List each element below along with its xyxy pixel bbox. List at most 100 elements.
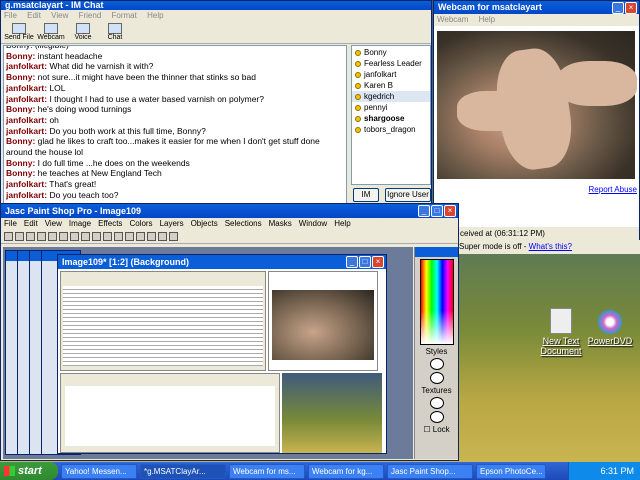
chat-message: janfolkart: What did he varnish it with?	[6, 61, 344, 72]
message-text: What did he varnish it with?	[47, 61, 154, 72]
psp-menu-view[interactable]: View	[45, 219, 62, 228]
psp-menu-effects[interactable]: Effects	[98, 219, 122, 228]
layers-icon[interactable]	[158, 232, 167, 241]
taskbar-item-yahoo-messenger[interactable]: Yahoo! Messen...	[61, 463, 137, 479]
whats-this-link[interactable]: What's this?	[529, 242, 572, 251]
psp-menu-window[interactable]: Window	[299, 219, 327, 228]
buddy-list-item[interactable]: Karen B	[352, 80, 430, 91]
help-icon[interactable]	[169, 232, 178, 241]
print-icon[interactable]	[92, 232, 101, 241]
psp-menu-layers[interactable]: Layers	[160, 219, 184, 228]
taskbar-item-chat[interactable]: *g.MSATClayAr...	[140, 463, 226, 479]
clock[interactable]: 6:31 PM	[600, 466, 634, 476]
send-file-button[interactable]: Send File	[3, 22, 35, 43]
menu-file[interactable]: File	[4, 11, 17, 20]
save-icon[interactable]	[26, 232, 35, 241]
chat-title: g.msatclayart - IM Chat	[1, 1, 431, 10]
taskbar-item-webcam-kg[interactable]: Webcam for kg...	[308, 463, 384, 479]
psp-menu-objects[interactable]: Objects	[191, 219, 218, 228]
image-window-controls: _ □ ×	[346, 256, 384, 268]
webcam-button[interactable]: Webcam	[35, 22, 67, 43]
psp-menu-file[interactable]: File	[4, 219, 17, 228]
psp-canvas-area[interactable]: Image109* [1:2] (Background) _ □ ×	[3, 247, 413, 459]
menu-format[interactable]: Format	[112, 11, 137, 20]
textures-swatch-2[interactable]	[429, 411, 444, 423]
psp-menu-masks[interactable]: Masks	[269, 219, 292, 228]
cut-icon[interactable]	[59, 232, 68, 241]
webcam-window-controls: _ ×	[612, 2, 637, 14]
buddy-list-item[interactable]: Bonny	[352, 47, 430, 58]
report-abuse-link[interactable]: Report Abuse	[589, 185, 637, 194]
start-button[interactable]: start	[0, 462, 58, 480]
taskbar-item-epson[interactable]: Epson PhotoCe...	[476, 463, 546, 479]
open-icon[interactable]	[15, 232, 24, 241]
desktop-icon-new-text-document[interactable]: New Text Document	[534, 308, 588, 356]
image109-window[interactable]: Image109* [1:2] (Background) _ □ ×	[57, 254, 387, 454]
lock-label: Lock	[432, 425, 450, 434]
menu-friend[interactable]: Friend	[79, 11, 102, 20]
message-text: I do full time ...he does on the weekend…	[35, 157, 190, 168]
psp-menu-edit[interactable]: Edit	[24, 219, 38, 228]
buddy-list[interactable]: Bonny Fearless Leader janfolkart Karen B kge…	[351, 45, 431, 185]
minimize-button[interactable]: _	[346, 256, 358, 268]
chat-button[interactable]: Chat	[99, 22, 131, 43]
buddy-list-item[interactable]: pennyi	[352, 102, 430, 113]
paste-icon[interactable]	[81, 232, 90, 241]
buddy-list-item[interactable]: Fearless Leader	[352, 58, 430, 69]
buddy-list-item[interactable]: tobors_dragon	[352, 124, 430, 135]
buddy-list-item[interactable]: shargoose	[352, 113, 430, 124]
maximize-button[interactable]: □	[431, 205, 443, 217]
zoom-icon[interactable]	[114, 232, 123, 241]
menu-help[interactable]: Help	[147, 11, 163, 20]
styles-swatch-2[interactable]	[429, 372, 444, 384]
message-text: glad he likes to craft too...makes it ea…	[6, 136, 320, 158]
psp-menu-colors[interactable]: Colors	[129, 219, 152, 228]
histogram-icon[interactable]	[136, 232, 145, 241]
taskbar-item-webcam-ms[interactable]: Webcam for ms...	[229, 463, 305, 479]
start-label: start	[18, 465, 42, 477]
undo-icon[interactable]	[37, 232, 46, 241]
ignore-user-button[interactable]: Ignore User	[385, 188, 431, 202]
menu-help[interactable]: Help	[479, 15, 495, 24]
chat-message-log[interactable]: Bonny: (illegible) Bonny: instant headach…	[3, 45, 347, 204]
buddy-list-item[interactable]: janfolkart	[352, 69, 430, 80]
palette-icon[interactable]	[147, 232, 156, 241]
toolbar-label: Voice	[74, 34, 92, 41]
message-sender: janfolkart:	[6, 61, 48, 72]
maximize-button[interactable]: □	[359, 256, 371, 268]
desktop-icon-powerdvd[interactable]: PowerDVD	[583, 310, 637, 346]
psp-menu-help[interactable]: Help	[334, 219, 350, 228]
grid-icon[interactable]	[125, 232, 134, 241]
menu-edit[interactable]: Edit	[27, 11, 41, 20]
copy-icon[interactable]	[70, 232, 79, 241]
taskbar-item-paint-shop-pro[interactable]: Jasc Paint Shop...	[387, 463, 473, 479]
styles-swatch[interactable]	[429, 358, 444, 370]
webcam-window: Webcam for msatclayart Webcam Help Repor…	[433, 0, 640, 241]
color-spectrum[interactable]	[419, 259, 454, 345]
close-button[interactable]: ×	[625, 2, 637, 14]
message-text: That's great!	[47, 179, 97, 190]
chat-message: Bonny: instant headache	[6, 51, 344, 62]
browse-icon[interactable]	[103, 232, 112, 241]
close-button[interactable]: ×	[372, 256, 384, 268]
voice-button[interactable]: Voice	[67, 22, 99, 43]
close-button[interactable]: ×	[444, 205, 456, 217]
lock-checkbox[interactable]: ☐ Lock	[415, 425, 458, 434]
taskbar: start Yahoo! Messen... *g.MSATClayAr... …	[0, 462, 640, 480]
buddy-list-item[interactable]: kgedrich	[352, 91, 430, 102]
minimize-button[interactable]: _	[418, 205, 430, 217]
minimize-button[interactable]: _	[612, 2, 624, 14]
new-icon[interactable]	[4, 232, 13, 241]
message-sender: janfolkart:	[6, 114, 48, 125]
im-button[interactable]: IM	[353, 188, 379, 202]
menu-webcam[interactable]: Webcam	[437, 15, 468, 24]
redo-icon[interactable]	[48, 232, 57, 241]
received-status: ceived at (06:31:12 PM)	[434, 227, 639, 241]
psp-menu-image[interactable]: Image	[69, 219, 91, 228]
chat-message: Bonny: I do full time ...he does on the …	[6, 158, 344, 169]
textures-swatch[interactable]	[429, 397, 444, 409]
menu-view[interactable]: View	[51, 11, 68, 20]
psp-menu-selections[interactable]: Selections	[225, 219, 262, 228]
supermode-bar: Super mode is off - What's this?	[459, 240, 640, 254]
chat-window: g.msatclayart - IM Chat File Edit View F…	[0, 0, 432, 205]
